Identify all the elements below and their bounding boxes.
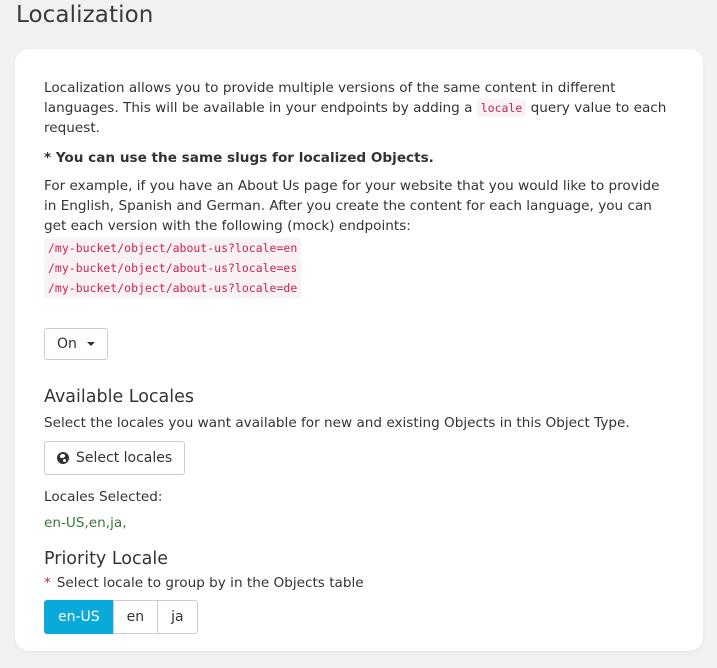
localization-card: Localization allows you to provide multi… xyxy=(15,49,703,651)
slug-note: * You can use the same slugs for localiz… xyxy=(44,150,434,166)
locales-selected-value: en-US,en,ja, xyxy=(44,515,127,531)
endpoint-de: /my-bucket/object/about-us?locale=de xyxy=(44,278,302,298)
select-locales-label: Select locales xyxy=(76,450,173,466)
priority-locale-description: * Select locale to group by in the Object… xyxy=(44,575,675,591)
page-title: Localization xyxy=(16,2,154,28)
select-locales-button[interactable]: Select locales xyxy=(44,441,186,475)
required-marker: * xyxy=(44,575,51,591)
example-text: For example, if you have an About Us pag… xyxy=(44,178,660,234)
locales-selected-label: Locales Selected: xyxy=(44,489,163,505)
priority-locale-option-ja[interactable]: ja xyxy=(157,600,198,634)
intro-text: Localization allows you to provide multi… xyxy=(44,78,675,138)
priority-locale-description-text: Select locale to group by in the Objects… xyxy=(56,575,364,591)
localization-toggle-dropdown[interactable]: On xyxy=(44,328,108,360)
available-locales-title: Available Locales xyxy=(44,387,195,407)
priority-locale-option-en[interactable]: en xyxy=(112,600,159,634)
locale-code: locale xyxy=(476,99,527,117)
endpoint-es: /my-bucket/object/about-us?locale=es xyxy=(44,258,302,278)
priority-locale-button-group: en-US en ja xyxy=(44,600,198,634)
toggle-value: On xyxy=(57,336,77,352)
chevron-down-icon xyxy=(86,342,95,346)
endpoint-en: /my-bucket/object/about-us?locale=en xyxy=(44,238,302,258)
globe-icon xyxy=(57,452,69,464)
priority-locale-option-en-us[interactable]: en-US xyxy=(44,600,114,634)
endpoint-list: /my-bucket/object/about-us?locale=en /my… xyxy=(44,238,675,298)
available-locales-description: Select the locales you want available fo… xyxy=(44,415,630,431)
priority-locale-title: Priority Locale xyxy=(44,549,168,569)
